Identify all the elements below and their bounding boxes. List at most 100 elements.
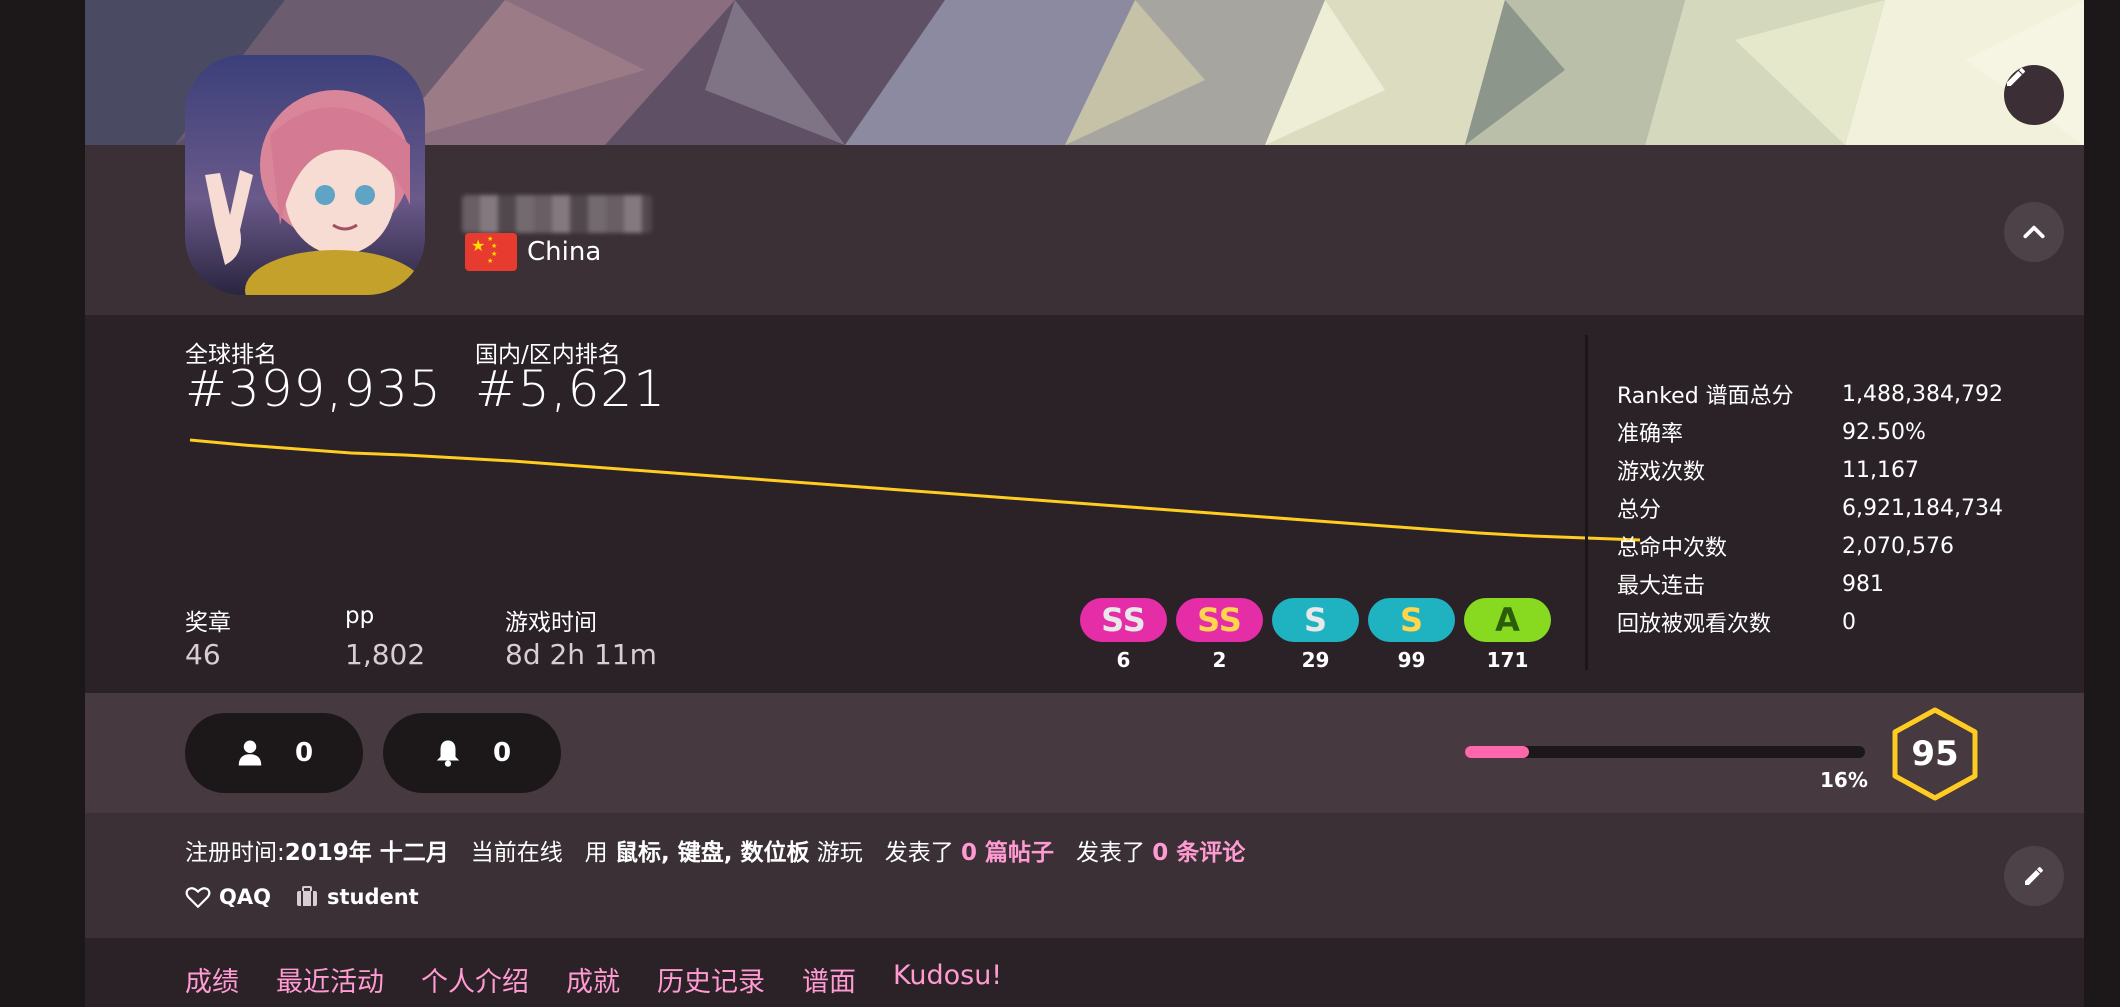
tab-item[interactable]: 个人介绍 bbox=[421, 960, 529, 999]
collapse-header-button[interactable] bbox=[2004, 202, 2064, 262]
medals-label: 奖章 bbox=[185, 610, 231, 636]
detail-key: 准确率 bbox=[1617, 422, 1684, 447]
country-link[interactable]: ★ ★ ★ ★ ★ China bbox=[465, 232, 601, 272]
comments-link[interactable]: 0 条评论 bbox=[1152, 840, 1245, 866]
global-rank-value: #399,935 bbox=[185, 360, 442, 418]
grade-count: 29 bbox=[1301, 648, 1330, 672]
interests-text: QAQ bbox=[219, 885, 271, 909]
tab-item[interactable]: 成就 bbox=[566, 960, 620, 999]
grade-item: SS 2 bbox=[1176, 598, 1263, 672]
occupation-text: student bbox=[326, 885, 419, 909]
playtime-value: 8d 2h 11m bbox=[505, 638, 657, 671]
detail-value: 981 bbox=[1842, 571, 1884, 597]
pencil-icon bbox=[2025, 867, 2043, 885]
user-icon bbox=[238, 740, 262, 766]
mapping-subscribers-button[interactable]: 0 bbox=[383, 713, 561, 793]
posts-link[interactable]: 0 篇帖子 bbox=[961, 840, 1054, 866]
grade-item: S 99 bbox=[1368, 598, 1455, 672]
info-line: 注册时间:2019年 十二月 当前在线 用 鼠标, 键盘, 数位板 游玩 发表了… bbox=[185, 833, 1245, 867]
briefcase-icon bbox=[296, 886, 317, 906]
stats-divider bbox=[1585, 335, 1588, 670]
grade-count: 2 bbox=[1212, 648, 1227, 672]
info-edit-button[interactable] bbox=[2004, 846, 2064, 906]
pp-label: pp bbox=[345, 603, 375, 629]
detail-value: 1,488,384,792 bbox=[1842, 381, 2003, 407]
detail-row: 总命中次数 2,070,576 bbox=[1617, 527, 2003, 565]
chevron-up-icon bbox=[2023, 225, 2045, 239]
profile-tabs: 成绩 最近活动 个人介绍 成就 历史记录 谱面 Kudosu! bbox=[85, 938, 2084, 1007]
online-status: 当前在线 bbox=[470, 840, 563, 866]
cover-edit-button[interactable] bbox=[2004, 65, 2064, 125]
profile-page: ★ ★ ★ ★ ★ China 全球排名 #399,935 国内/区内排名 #5,621… bbox=[85, 0, 2084, 1007]
joined-value: 2019年 十二月 bbox=[284, 840, 449, 866]
detail-key: 回放被观看次数 bbox=[1617, 612, 1772, 637]
detail-row: 总分 6,921,184,734 bbox=[1617, 489, 2003, 527]
pencil-icon bbox=[2007, 68, 2025, 86]
detail-value: 2,070,576 bbox=[1842, 533, 1954, 559]
detail-key: Ranked 谱面总分 bbox=[1617, 384, 1794, 409]
grade-sh-badge: S bbox=[1272, 598, 1359, 642]
mapping-subscribers-count: 0 bbox=[492, 738, 512, 768]
tab-item[interactable]: 成绩 bbox=[185, 960, 239, 999]
grade-ss-badge: SS bbox=[1176, 598, 1263, 642]
detail-value: 0 bbox=[1842, 609, 1856, 635]
detail-key: 总分 bbox=[1617, 498, 1662, 523]
detail-stats-table: Ranked 谱面总分 1,488,384,792 准确率 92.50% 游戏次数 11,… bbox=[1617, 375, 2003, 641]
rank-line bbox=[189, 438, 1641, 542]
stats-panel: 全球排名 #399,935 国内/区内排名 #5,621 奖章 46 pp 1,… bbox=[85, 315, 2084, 693]
level-progress-text: 16% bbox=[1820, 768, 1868, 792]
plays-with-suffix: 游玩 bbox=[816, 840, 863, 866]
detail-row: Ranked 谱面总分 1,488,384,792 bbox=[1617, 375, 2003, 413]
tab-list: 成绩 最近活动 个人介绍 成就 历史记录 谱面 Kudosu! bbox=[185, 960, 1002, 999]
pp-value: 1,802 bbox=[345, 638, 426, 671]
grade-item: S 29 bbox=[1272, 598, 1359, 672]
grade-ssh-badge: SS bbox=[1080, 598, 1167, 642]
detail-key: 总命中次数 bbox=[1617, 536, 1728, 561]
level-bar: 0 0 16% 95 bbox=[85, 693, 2084, 813]
detail-value: 11,167 bbox=[1842, 457, 1919, 483]
rank-history-chart[interactable] bbox=[185, 435, 1645, 545]
china-flag-icon: ★ ★ ★ ★ ★ bbox=[465, 233, 517, 271]
grade-s-badge: S bbox=[1368, 598, 1455, 642]
tab-item[interactable]: Kudosu! bbox=[893, 960, 1002, 999]
detail-key: 游戏次数 bbox=[1617, 460, 1706, 485]
bell-icon bbox=[436, 740, 460, 767]
profile-tags: QAQ student bbox=[185, 885, 419, 909]
playtime-label: 游戏时间 bbox=[505, 610, 597, 636]
grade-counts: SS 6 SS 2 S 29 S 99 A 171 bbox=[1080, 598, 1551, 672]
username-blurred bbox=[462, 195, 652, 233]
country-name: China bbox=[527, 237, 602, 267]
detail-key: 最大连击 bbox=[1617, 574, 1706, 599]
followers-count: 0 bbox=[294, 738, 314, 768]
country-rank-value: #5,621 bbox=[475, 360, 667, 418]
occupation-tag: student bbox=[295, 885, 419, 909]
profile-info: 注册时间:2019年 十二月 当前在线 用 鼠标, 键盘, 数位板 游玩 发表了… bbox=[85, 813, 2084, 938]
grade-item: SS 6 bbox=[1080, 598, 1167, 672]
followers-button[interactable]: 0 bbox=[185, 713, 363, 793]
level-progress-bar bbox=[1465, 746, 1865, 758]
joined-label: 注册时间: bbox=[185, 840, 285, 866]
tab-item[interactable]: 历史记录 bbox=[657, 960, 765, 999]
detail-row: 最大连击 981 bbox=[1617, 565, 2003, 603]
detail-row: 回放被观看次数 0 bbox=[1617, 603, 2003, 641]
detail-value: 92.50% bbox=[1842, 419, 1926, 445]
tab-item[interactable]: 最近活动 bbox=[276, 960, 384, 999]
plays-with-value: 鼠标, 键盘, 数位板 bbox=[614, 840, 810, 866]
grade-item: A 171 bbox=[1464, 598, 1551, 672]
avatar[interactable] bbox=[185, 55, 425, 295]
grade-count: 99 bbox=[1397, 648, 1426, 672]
grade-count: 6 bbox=[1116, 648, 1131, 672]
posts-prefix: 发表了 bbox=[884, 840, 954, 866]
detail-value: 6,921,184,734 bbox=[1842, 495, 2003, 521]
grade-count: 171 bbox=[1486, 648, 1529, 672]
heart-icon bbox=[185, 887, 211, 909]
level-progress-fill bbox=[1465, 746, 1529, 758]
plays-with-prefix: 用 bbox=[584, 840, 608, 866]
level-value: 95 bbox=[1911, 734, 1959, 774]
avatar-image bbox=[185, 55, 425, 295]
tab-item[interactable]: 谱面 bbox=[802, 960, 856, 999]
detail-row: 准确率 92.50% bbox=[1617, 413, 2003, 451]
detail-row: 游戏次数 11,167 bbox=[1617, 451, 2003, 489]
medals-value: 46 bbox=[185, 638, 221, 671]
comments-prefix: 发表了 bbox=[1075, 840, 1145, 866]
